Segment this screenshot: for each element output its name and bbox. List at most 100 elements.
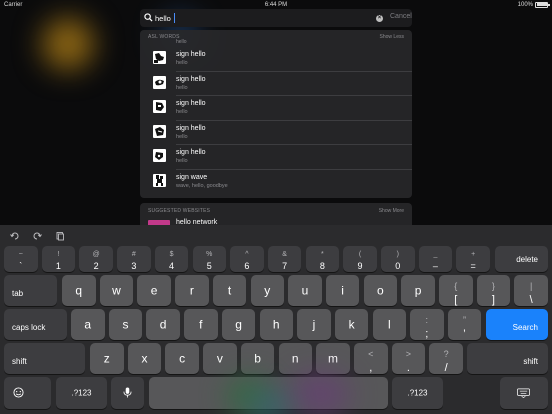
results-panel: ASL WORDS Show Less hello sign hello hell… <box>140 30 412 198</box>
key-l[interactable]: l <box>372 309 407 340</box>
search-bar[interactable]: × <box>140 9 412 27</box>
numbers-key-left[interactable]: .?123 <box>56 377 107 409</box>
key-char: c <box>179 350 186 365</box>
hide-keyboard-key[interactable] <box>500 377 548 409</box>
redo-icon[interactable] <box>32 231 42 241</box>
key-d[interactable]: d <box>146 309 180 340</box>
section-header: ASL WORDS <box>148 34 180 40</box>
key-i[interactable]: i <box>325 275 360 306</box>
key-o[interactable]: o <box>363 275 398 306</box>
key-11[interactable]: _ – <box>418 246 453 272</box>
key-12[interactable]: + = <box>456 246 490 272</box>
key-sym-0[interactable]: :; <box>410 309 444 340</box>
result-row[interactable]: sign hello hello <box>140 47 412 71</box>
key-char: t <box>227 282 232 297</box>
key-sym-2[interactable]: ? / <box>429 343 463 374</box>
key-q[interactable]: q <box>62 275 96 306</box>
key-char: d <box>159 316 167 331</box>
cancel-button[interactable]: Cancel <box>390 13 412 20</box>
key-sym-0[interactable]: {[ <box>439 275 473 306</box>
numbers-key-right[interactable]: .?123 <box>392 377 443 409</box>
key-5[interactable]: % 5 <box>192 246 226 272</box>
key-0[interactable]: ~ ` <box>4 246 38 272</box>
key-m[interactable]: m <box>316 343 350 374</box>
key-c[interactable]: c <box>165 343 199 374</box>
key-j[interactable]: j <box>297 309 331 340</box>
caps-lock-key[interactable]: caps lock <box>4 309 67 340</box>
show-less-button[interactable]: Show Less <box>380 34 404 40</box>
sign-image-icon <box>153 149 166 162</box>
search-input[interactable] <box>155 10 365 26</box>
show-more-button[interactable]: Show More <box>379 208 404 214</box>
key-y[interactable]: y <box>250 275 284 306</box>
key-6[interactable]: ^ 6 <box>230 246 264 272</box>
key-n[interactable]: n <box>278 343 312 374</box>
result-row[interactable]: sign wave wave, hello, goodbye <box>140 170 412 194</box>
key-3[interactable]: #3 <box>117 246 151 272</box>
key-h[interactable]: h <box>259 309 293 340</box>
result-row[interactable]: sign hello hello <box>140 145 412 169</box>
key-k[interactable]: k <box>334 309 369 340</box>
key-sym-1[interactable]: }] <box>476 275 511 306</box>
key-9[interactable]: (9 <box>343 246 377 272</box>
search-key[interactable]: Search <box>486 309 548 340</box>
text-caret <box>174 13 175 23</box>
key-sym-0[interactable]: <, <box>354 343 388 374</box>
key-shift-char: % <box>206 251 213 258</box>
key-4[interactable]: $4 <box>154 246 189 272</box>
key-w[interactable]: w <box>99 275 134 306</box>
key-z[interactable]: z <box>90 343 124 374</box>
key-char: n <box>291 350 299 365</box>
key-char: b <box>254 350 261 365</box>
key-sym-1[interactable]: ”’ <box>447 309 482 340</box>
dictation-key[interactable] <box>111 377 144 409</box>
key-1[interactable]: ! 1 <box>41 246 76 272</box>
key-char: [ <box>454 294 458 306</box>
sign-image-icon <box>153 100 166 113</box>
result-row[interactable]: sign hello hello <box>140 72 412 96</box>
paste-icon[interactable] <box>55 231 65 241</box>
key-char: u <box>301 282 309 297</box>
key-a[interactable]: a <box>71 309 105 340</box>
key-s[interactable]: s <box>108 309 143 340</box>
key-g[interactable]: g <box>221 309 256 340</box>
background-glow <box>250 392 290 414</box>
key-v[interactable]: v <box>203 343 237 374</box>
key-8[interactable]: * 8 <box>305 246 340 272</box>
emoji-key[interactable] <box>4 377 51 409</box>
undo-icon[interactable] <box>10 231 20 241</box>
key-7[interactable]: & 7 <box>267 246 302 272</box>
result-row[interactable]: sign hello hello <box>140 96 412 120</box>
key-shift-char: | <box>529 281 533 291</box>
result-row[interactable]: sign hello hello <box>140 121 412 145</box>
key-char: ; <box>425 328 429 340</box>
key-t[interactable]: t <box>212 275 247 306</box>
key-label: shift <box>12 357 27 366</box>
key-10[interactable]: ) 0 <box>381 246 415 272</box>
battery-icon <box>535 1 550 8</box>
key-f[interactable]: f <box>184 309 218 340</box>
delete-key[interactable]: delete <box>495 246 548 272</box>
shift-left-key[interactable]: shift <box>4 343 85 374</box>
tab-key[interactable]: tab <box>4 275 57 306</box>
key-char: 1 <box>55 261 61 271</box>
key-sym-2[interactable]: | \ <box>514 275 548 306</box>
key-char: m <box>327 350 338 365</box>
keyboard-dismiss-icon <box>517 388 530 398</box>
key-r[interactable]: r <box>175 275 209 306</box>
key-u[interactable]: u <box>288 275 322 306</box>
key-p[interactable]: p <box>401 275 435 306</box>
key-shift-char: * <box>320 251 324 258</box>
key-e[interactable]: e <box>137 275 171 306</box>
key-b[interactable]: b <box>240 343 275 374</box>
key-shift-char: ? <box>443 349 449 359</box>
sign-image-icon <box>153 75 166 89</box>
key-char: = <box>470 261 476 271</box>
key-sym-1[interactable]: >. <box>391 343 426 374</box>
clear-icon[interactable]: × <box>376 14 383 22</box>
key-char: ` <box>19 261 23 271</box>
key-char: \ <box>529 294 533 306</box>
shift-right-key[interactable]: shift <box>467 343 548 374</box>
key-2[interactable]: @2 <box>79 246 113 272</box>
key-x[interactable]: x <box>127 343 162 374</box>
